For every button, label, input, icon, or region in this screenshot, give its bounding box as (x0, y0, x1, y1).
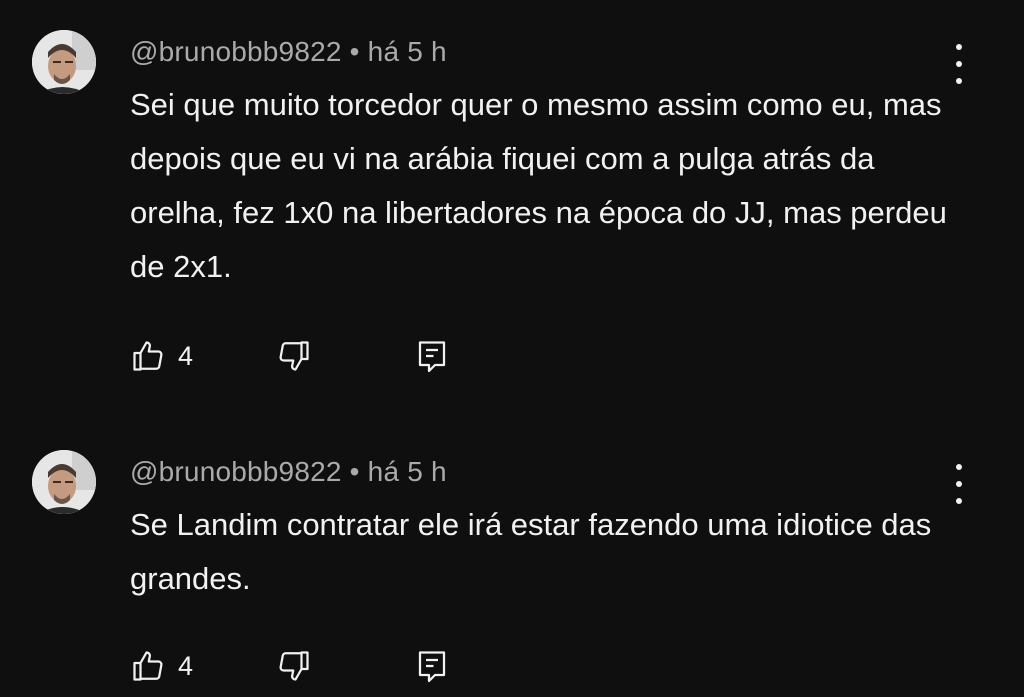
avatar[interactable] (32, 450, 96, 514)
comment-time: há 5 h (367, 36, 447, 67)
comment-author[interactable]: @brunobbb9822 (130, 456, 342, 487)
comment-actions: 4 (130, 336, 450, 376)
comment-item: @brunobbb9822 • há 5 h Sei que muito torce… (0, 0, 1024, 400)
reply-button[interactable] (414, 336, 450, 376)
avatar[interactable] (32, 30, 96, 94)
comment-time: há 5 h (367, 456, 447, 487)
comment-author[interactable]: @brunobbb9822 (130, 36, 342, 67)
user-avatar-image (32, 30, 96, 94)
comment-text: Sei que muito torcedor quer o mesmo assi… (130, 87, 947, 284)
dislike-button[interactable] (276, 646, 312, 686)
reply-comment-icon (418, 651, 446, 683)
like-button[interactable]: 4 (130, 646, 193, 686)
reply-comment-icon (418, 341, 446, 373)
comment-text: Se Landim contratar ele irá estar fazend… (130, 507, 932, 596)
thumbs-up-icon (133, 341, 163, 371)
dislike-button[interactable] (276, 336, 312, 376)
like-count: 4 (178, 340, 194, 371)
comment-meta: @brunobbb9822 • há 5 h (130, 36, 447, 68)
meta-separator: • (349, 36, 360, 67)
thumbs-down-icon (279, 651, 309, 681)
reply-button[interactable] (414, 646, 450, 686)
thumbs-down-icon (279, 341, 309, 371)
like-count: 4 (178, 650, 194, 681)
meta-separator: • (349, 456, 360, 487)
user-avatar-image (32, 450, 96, 514)
comment-meta: @brunobbb9822 • há 5 h (130, 456, 447, 488)
comment-actions: 4 (130, 646, 450, 686)
comment-item: @brunobbb9822 • há 5 h Se Landim contratar… (0, 420, 1024, 697)
like-button[interactable]: 4 (130, 336, 193, 376)
thumbs-up-icon (133, 651, 163, 681)
